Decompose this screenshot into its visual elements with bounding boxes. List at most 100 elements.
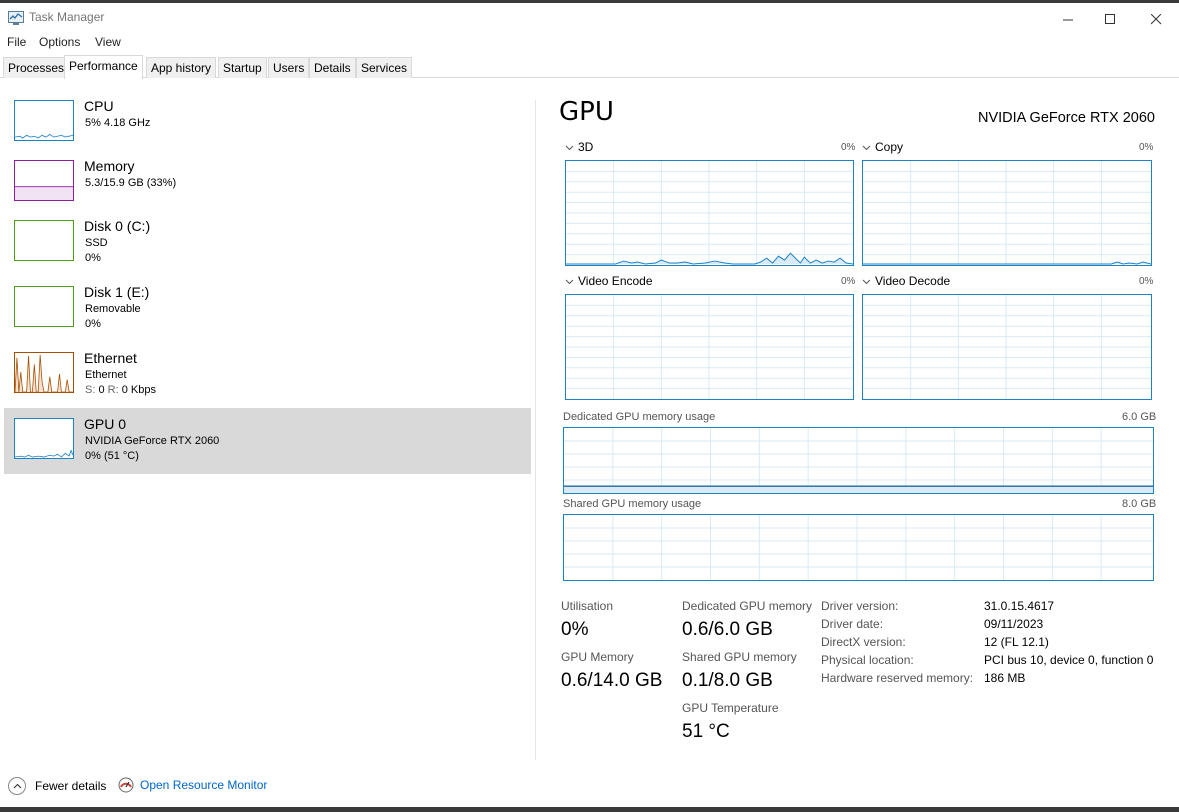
- tab-details[interactable]: Details: [309, 57, 356, 78]
- ethernet-thumbnail-graph: [14, 352, 74, 393]
- ethernet-send-value: 0: [98, 384, 105, 396]
- disk1-type: Removable: [85, 303, 141, 315]
- minimize-button[interactable]: [1045, 6, 1091, 32]
- engine-video-decode-graph: [862, 294, 1152, 400]
- shared-gpu-memory-label: Shared GPU memory: [682, 650, 797, 664]
- window-bottom-border: [0, 807, 1179, 812]
- directx-version-value: 12 (FL 12.1): [984, 635, 1049, 649]
- cpu-title: CPU: [84, 98, 114, 114]
- tab-processes[interactable]: Processes: [3, 57, 70, 78]
- resource-item-cpu[interactable]: CPU 5% 4.18 GHz: [4, 90, 531, 156]
- ethernet-receive-value: 0 Kbps: [121, 384, 156, 396]
- title-bar[interactable]: Task Manager: [0, 3, 1179, 33]
- engine-copy-label: Copy: [875, 140, 904, 154]
- engine-copy-graph: [862, 160, 1152, 266]
- disk1-title: Disk 1 (E:): [84, 284, 150, 300]
- driver-version-value: 31.0.15.4617: [984, 599, 1055, 613]
- shared-gpu-memory-value: 0.1/8.0 GB: [682, 670, 773, 691]
- engine-3d-graph: [565, 160, 854, 266]
- engine-selector-video-decode[interactable]: Video Decode: [862, 274, 950, 288]
- close-button[interactable]: [1133, 6, 1179, 32]
- directx-version-label: DirectX version:: [821, 635, 906, 649]
- tab-performance[interactable]: Performance: [64, 55, 143, 79]
- minimize-icon: [1062, 19, 1073, 20]
- resource-item-disk1[interactable]: Disk 1 (E:) Removable 0%: [4, 276, 531, 342]
- engine-video-encode-label: Video Encode: [578, 274, 653, 288]
- engine-video-encode-pct: 0%: [841, 276, 856, 287]
- memory-title: Memory: [84, 158, 135, 174]
- resource-item-memory[interactable]: Memory 5.3/15.9 GB (33%): [4, 150, 531, 216]
- chevron-up-icon: [8, 777, 26, 795]
- resource-item-disk0[interactable]: Disk 0 (C:) SSD 0%: [4, 210, 531, 276]
- cpu-usage: 5% 4.18 GHz: [85, 117, 151, 129]
- disk0-title: Disk 0 (C:): [84, 218, 151, 234]
- task-manager-icon: [8, 11, 24, 25]
- menu-bar: File Options View: [0, 33, 1179, 53]
- engine-video-encode-graph: [565, 294, 854, 400]
- disk1-usage: 0%: [85, 318, 101, 330]
- tab-users[interactable]: Users: [268, 57, 310, 78]
- hardware-reserved-memory-label: Hardware reserved memory:: [821, 671, 974, 685]
- menu-options[interactable]: Options: [39, 35, 80, 49]
- cpu-thumbnail-graph: [14, 100, 74, 141]
- maximize-button[interactable]: [1087, 6, 1133, 32]
- dedicated-memory-label: Dedicated GPU memory usage: [563, 411, 716, 423]
- shared-memory-graph: [563, 514, 1154, 581]
- ethernet-receive-label: R:: [107, 384, 119, 396]
- dedicated-gpu-memory-value: 0.6/6.0 GB: [682, 619, 773, 640]
- fewer-details-button[interactable]: Fewer details: [8, 777, 106, 795]
- dedicated-memory-max: 6.0 GB: [1122, 411, 1157, 423]
- gpu-device-name: NVIDIA GeForce RTX 2060: [977, 110, 1155, 126]
- engine-3d-pct: 0%: [841, 142, 856, 153]
- chevron-down-icon: [862, 145, 871, 151]
- gpu0-thumbnail-graph: [14, 418, 74, 459]
- engine-video-decode-label: Video Decode: [875, 274, 951, 288]
- ethernet-adapter: Ethernet: [85, 369, 127, 381]
- disk1-thumbnail-graph: [14, 286, 74, 327]
- driver-version-label: Driver version:: [821, 599, 899, 613]
- engine-selector-3d[interactable]: 3D: [565, 140, 593, 154]
- resource-item-gpu0[interactable]: GPU 0 NVIDIA GeForce RTX 2060 0% (51 °C): [4, 408, 531, 474]
- ethernet-send-label: S:: [85, 384, 96, 396]
- footer: Fewer details Open Resource Monitor: [0, 770, 1179, 804]
- chevron-down-icon: [862, 279, 871, 285]
- dedicated-memory-graph: [563, 427, 1154, 494]
- tab-startup[interactable]: Startup: [218, 57, 267, 78]
- shared-memory-max: 8.0 GB: [1122, 498, 1157, 510]
- resource-monitor-icon: [118, 777, 134, 793]
- menu-file[interactable]: File: [7, 35, 26, 49]
- gpu-memory-label: GPU Memory: [561, 650, 634, 664]
- close-icon: [1150, 13, 1161, 24]
- window-title: Task Manager: [29, 10, 105, 24]
- ethernet-title: Ethernet: [84, 350, 137, 366]
- disk0-type: SSD: [85, 237, 108, 249]
- gpu0-usage-temp: 0% (51 °C): [85, 450, 139, 462]
- utilisation-label: Utilisation: [561, 599, 614, 613]
- gpu-memory-value: 0.6/14.0 GB: [561, 670, 663, 691]
- gpu-temperature-value: 51 °C: [682, 721, 730, 742]
- resource-list: CPU 5% 4.18 GHz Memory 5.3/15.9 GB (33%)…: [4, 90, 531, 480]
- resource-item-ethernet[interactable]: Ethernet Ethernet S: 0 R: 0 Kbps: [4, 342, 531, 408]
- shared-memory-label: Shared GPU memory usage: [563, 498, 702, 510]
- menu-view[interactable]: View: [95, 35, 121, 49]
- physical-location-label: Physical location:: [821, 653, 914, 667]
- memory-usage: 5.3/15.9 GB (33%): [85, 177, 177, 189]
- physical-location-value: PCI bus 10, device 0, function 0: [984, 653, 1154, 667]
- memory-thumbnail-graph: [14, 160, 74, 201]
- driver-date-label: Driver date:: [821, 617, 884, 631]
- hardware-reserved-memory-value: 186 MB: [984, 671, 1026, 685]
- engine-selector-video-encode[interactable]: Video Encode: [565, 274, 653, 288]
- tab-services[interactable]: Services: [356, 57, 413, 78]
- open-resource-monitor-link[interactable]: Open Resource Monitor: [118, 777, 267, 793]
- tab-app-history[interactable]: App history: [146, 57, 217, 78]
- chevron-down-icon: [565, 145, 574, 151]
- fewer-details-label: Fewer details: [35, 779, 107, 793]
- disk0-usage: 0%: [85, 252, 101, 264]
- dedicated-gpu-memory-label: Dedicated GPU memory: [682, 599, 813, 613]
- tab-strip: Processes Performance App history Startu…: [0, 55, 1179, 79]
- open-resource-monitor-label: Open Resource Monitor: [140, 778, 268, 792]
- disk0-thumbnail-graph: [14, 220, 74, 261]
- engine-selector-copy[interactable]: Copy: [862, 140, 903, 154]
- pane-divider[interactable]: [535, 100, 536, 760]
- chevron-down-icon: [565, 279, 574, 285]
